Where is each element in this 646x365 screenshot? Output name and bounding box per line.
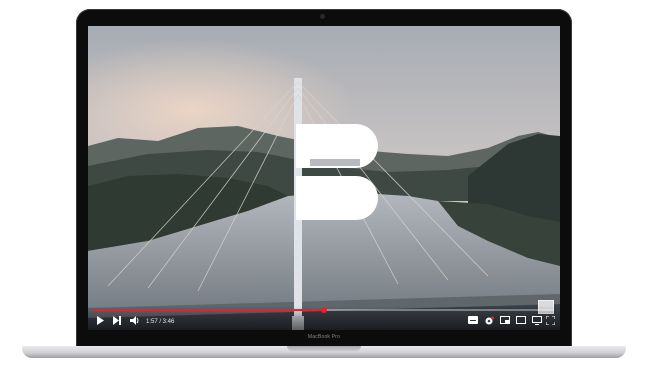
theater-mode-icon[interactable] <box>516 316 526 326</box>
time-display: 1:57 / 3:46 <box>146 319 175 325</box>
next-icon[interactable] <box>113 316 121 326</box>
video-player[interactable]: 1:57 / 3:46 <box>88 26 560 330</box>
video-frame[interactable] <box>88 26 560 330</box>
cast-icon[interactable] <box>532 316 542 326</box>
base-notch <box>287 346 361 351</box>
miniplayer-icon[interactable] <box>500 316 510 326</box>
laptop: 1:57 / 3:46 MacBook Pro <box>0 0 646 365</box>
progress-fill <box>94 309 324 311</box>
fullscreen-icon[interactable] <box>546 316 555 326</box>
volume-icon[interactable] <box>130 316 140 326</box>
progress-scrubber[interactable] <box>321 307 327 313</box>
subtitles-icon[interactable] <box>468 316 478 326</box>
device-model-label: MacBook Pro <box>307 334 341 340</box>
gear-icon[interactable] <box>484 316 494 326</box>
laptop-base <box>22 346 626 358</box>
laptop-lid: 1:57 / 3:46 MacBook Pro <box>76 9 572 347</box>
camera-icon <box>320 14 325 19</box>
player-controls: 1:57 / 3:46 <box>88 306 560 330</box>
play-icon[interactable] <box>96 316 104 326</box>
progress-bar[interactable] <box>94 307 554 313</box>
